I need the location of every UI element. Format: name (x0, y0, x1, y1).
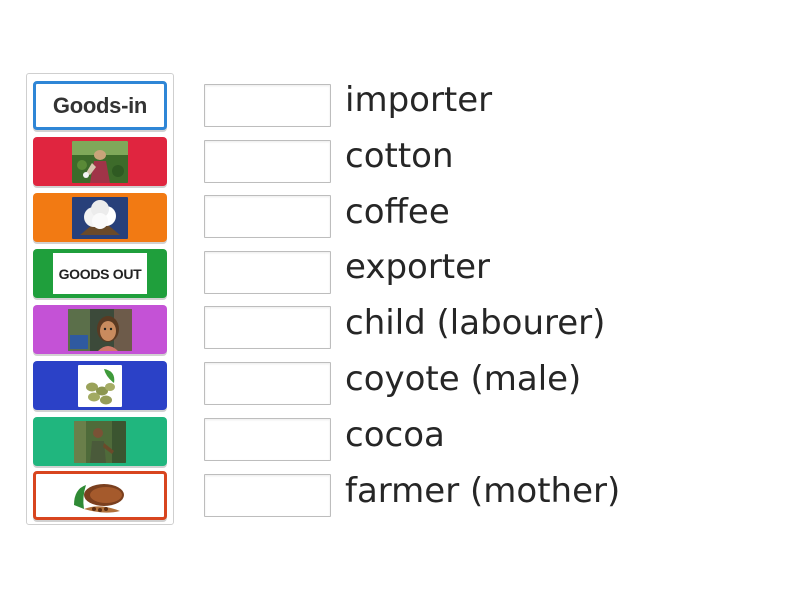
child-portrait-image (68, 308, 132, 351)
word-label: cotton (345, 136, 454, 176)
tile-cocoa-pod[interactable] (33, 471, 167, 520)
word-label: importer (345, 80, 493, 120)
cotton-boll-image (72, 196, 128, 239)
tile-goods-out[interactable]: GOODS OUT (33, 249, 167, 298)
drop-slot-7[interactable] (204, 418, 331, 461)
tile-tray: Goods-in GOODS OUT (26, 73, 174, 525)
word-label: coffee (345, 192, 450, 232)
drop-slot-4[interactable] (204, 251, 331, 294)
tile-green-coffee-beans[interactable] (33, 361, 167, 410)
tile-cotton-field-worker[interactable] (33, 137, 167, 186)
goods-out-sign: GOODS OUT (53, 253, 147, 294)
tile-farmer-in-forest[interactable] (33, 417, 167, 466)
word-label: child (labourer) (345, 303, 606, 343)
word-label: farmer (mother) (345, 471, 621, 511)
cocoa-pod-image (68, 474, 132, 517)
tile-goods-in[interactable]: Goods-in (33, 81, 167, 130)
drop-slot-6[interactable] (204, 362, 331, 405)
word-label: exporter (345, 247, 491, 287)
drop-slot-8[interactable] (204, 474, 331, 517)
drop-slot-2[interactable] (204, 140, 331, 183)
tile-goods-in-label: Goods-in (52, 92, 148, 118)
tile-cotton-boll[interactable] (33, 193, 167, 242)
tile-child-portrait[interactable] (33, 305, 167, 354)
farmer-image (74, 420, 126, 463)
cotton-field-worker-image (72, 140, 128, 183)
tile-goods-out-label: GOODS OUT (58, 265, 142, 282)
word-label: coyote (male) (345, 359, 582, 399)
drop-slot-3[interactable] (204, 195, 331, 238)
drop-slot-5[interactable] (204, 306, 331, 349)
drop-slot-1[interactable] (204, 84, 331, 127)
coffee-beans-image (78, 364, 122, 407)
word-label: cocoa (345, 415, 445, 455)
